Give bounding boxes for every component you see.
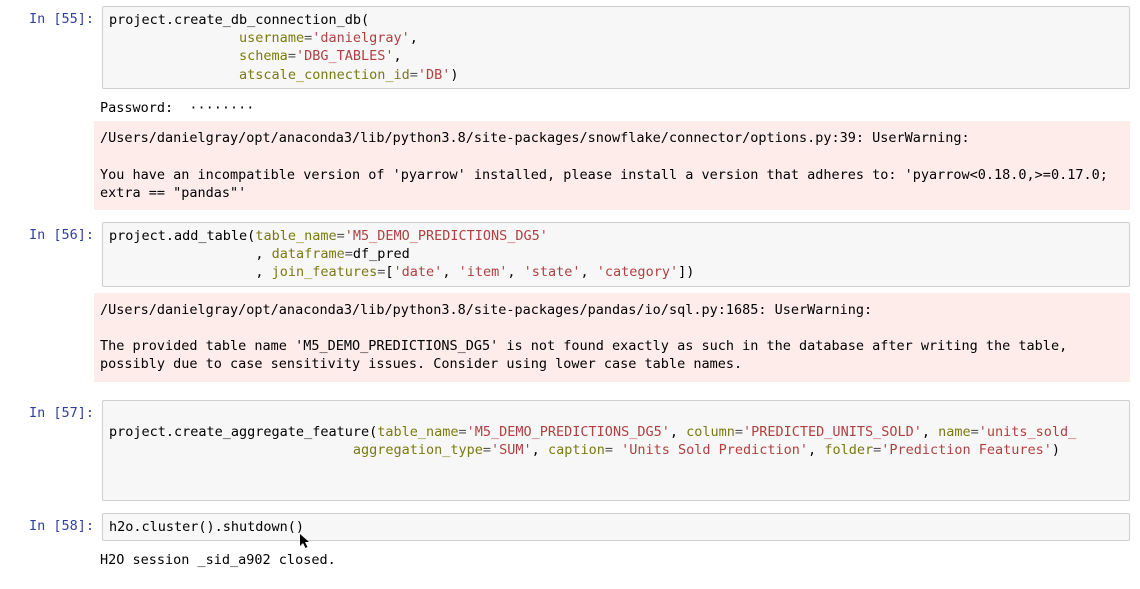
string: 'M5_DEMO_PREDICTIONS_DG5' — [345, 228, 548, 244]
op: = — [735, 424, 743, 440]
op: = — [873, 442, 881, 458]
string: 'M5_DEMO_PREDICTIONS_DG5' — [467, 424, 670, 440]
punct: ) — [1052, 442, 1060, 458]
code-cell-58: In [58]: h2o.cluster().shutdown() — [10, 513, 1130, 541]
kwarg: atscale_connection_id — [239, 67, 410, 83]
kwarg: username — [239, 30, 304, 46]
code-input-area[interactable]: project.add_table(table_name='M5_DEMO_PR… — [102, 222, 1130, 287]
punct: , — [507, 264, 523, 280]
punct: , — [442, 264, 458, 280]
string: 'DBG_TABLES' — [296, 48, 394, 64]
string: 'date' — [394, 264, 443, 280]
input-prompt: In [57]: — [10, 400, 102, 426]
password-prompt: Password: ········ — [100, 99, 1124, 117]
input-prompt: In [58]: — [10, 513, 102, 539]
indent: , — [109, 264, 272, 280]
code-cell-56: In [56]: project.add_table(table_name='M… — [10, 222, 1130, 287]
output-row: Password: ········ /Users/danielgray/opt… — [10, 95, 1130, 210]
warning-text: /Users/danielgray/opt/anaconda3/lib/pyth… — [100, 301, 1124, 374]
code-input-area[interactable]: h2o.cluster().shutdown() — [102, 513, 1130, 541]
kwarg: caption — [548, 442, 605, 458]
input-prompt: In [55]: — [10, 6, 102, 32]
string: 'Units Sold Prediction' — [621, 442, 808, 458]
kwarg: name — [938, 424, 971, 440]
punct: [ — [385, 264, 393, 280]
punct: , — [394, 48, 402, 64]
kwarg: join_features — [272, 264, 378, 280]
kwarg: column — [686, 424, 735, 440]
punct: ) — [450, 67, 458, 83]
code-text: project.add_table( — [109, 228, 255, 244]
code-cell-57: In [57]: project.create_aggregate_featur… — [10, 400, 1130, 501]
string: 'PREDICTED_UNITS_SOLD' — [743, 424, 922, 440]
punct: , — [922, 424, 938, 440]
punct: , — [410, 30, 418, 46]
output-text: H2O session _sid_a902 closed. — [94, 547, 1130, 573]
kwarg: schema — [239, 48, 288, 64]
string: 'Prediction Features' — [881, 442, 1052, 458]
string: 'category' — [597, 264, 678, 280]
punct: , — [808, 442, 824, 458]
string: 'danielgray' — [312, 30, 410, 46]
kwarg: aggregation_type — [353, 442, 483, 458]
input-prompt: In [56]: — [10, 222, 102, 248]
op: = — [459, 424, 467, 440]
op: = — [483, 442, 491, 458]
op: = — [304, 30, 312, 46]
indent: , — [109, 246, 272, 262]
indent — [109, 67, 239, 83]
code-input-area[interactable]: project.create_db_connection_db( usernam… — [102, 6, 1130, 89]
warning-output: /Users/danielgray/opt/anaconda3/lib/pyth… — [94, 293, 1130, 382]
kwarg: table_name — [377, 424, 458, 440]
op: = — [410, 67, 418, 83]
op: = — [288, 48, 296, 64]
string: 'DB' — [418, 67, 451, 83]
warning-output: /Users/danielgray/opt/anaconda3/lib/pyth… — [94, 121, 1130, 210]
jupyter-notebook: In [55]: project.create_db_connection_db… — [0, 0, 1140, 589]
code-text: project.create_db_connection_db( — [109, 12, 369, 28]
output-text: Password: ········ — [94, 95, 1130, 121]
string: 'SUM' — [491, 442, 532, 458]
punct: ]) — [678, 264, 694, 280]
op: = — [971, 424, 979, 440]
punct: , — [532, 442, 548, 458]
session-closed-text: H2O session _sid_a902 closed. — [100, 551, 1124, 569]
string: 'units_sold_ — [979, 424, 1077, 440]
punct: , — [670, 424, 686, 440]
kwarg: table_name — [255, 228, 336, 244]
code-text: project.create_aggregate_feature( — [109, 424, 377, 440]
string: 'state' — [524, 264, 581, 280]
kwarg: folder — [824, 442, 873, 458]
code-text: h2o.cluster().shutdown() — [109, 519, 304, 535]
op: = — [345, 246, 353, 262]
identifier: df_pred — [353, 246, 410, 262]
op: = — [337, 228, 345, 244]
code-input-area[interactable]: project.create_aggregate_feature(table_n… — [102, 400, 1130, 501]
warning-text: /Users/danielgray/opt/anaconda3/lib/pyth… — [100, 129, 1124, 202]
string: 'item' — [459, 264, 508, 280]
output-row: H2O session _sid_a902 closed. — [10, 547, 1130, 573]
indent — [109, 442, 353, 458]
punct: , — [581, 264, 597, 280]
op: = — [605, 442, 621, 458]
output-row: /Users/danielgray/opt/anaconda3/lib/pyth… — [10, 293, 1130, 382]
indent — [109, 48, 239, 64]
kwarg: dataframe — [272, 246, 345, 262]
indent — [109, 30, 239, 46]
code-cell-55: In [55]: project.create_db_connection_db… — [10, 6, 1130, 89]
